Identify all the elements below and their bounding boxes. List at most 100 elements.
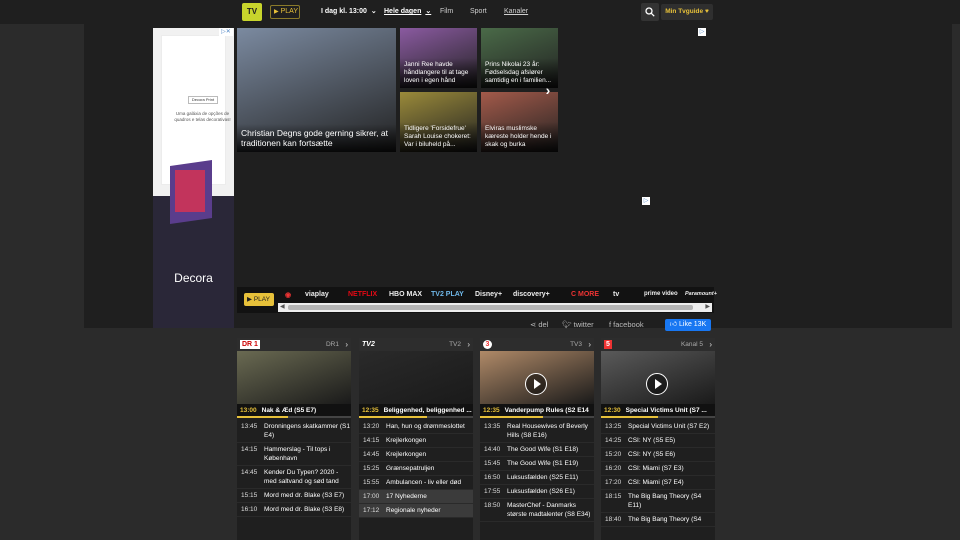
program-row[interactable]: 18:40 The Big Bang Theory (S4 bbox=[601, 513, 715, 527]
program-row[interactable]: 17:12 Regionale nyheder bbox=[359, 504, 473, 518]
min-tvguide-label: Min Tvguide bbox=[665, 8, 704, 15]
program-row[interactable]: 17:20 CSI: Miami (S7 E4) bbox=[601, 476, 715, 490]
program-time: 17:20 bbox=[605, 479, 622, 486]
program-title: Ambulancen - liv eller død bbox=[386, 479, 462, 486]
program-thumbnail[interactable] bbox=[359, 351, 473, 404]
progress-bar bbox=[237, 416, 289, 418]
play-icon[interactable] bbox=[525, 373, 547, 395]
service-netflix[interactable]: NETFLIX bbox=[348, 291, 377, 298]
program-row[interactable]: 18:15 The Big Bang Theory (S4 E11) bbox=[601, 490, 715, 513]
service-viaplay[interactable]: viaplay bbox=[305, 291, 329, 298]
share-twitter[interactable]: 🐦︎ twitter bbox=[562, 319, 594, 331]
service-paramount[interactable]: Paramount+ bbox=[685, 291, 717, 297]
share-del[interactable]: ⋖ del bbox=[530, 319, 548, 331]
program-row[interactable]: 14:45 Kender Du Typen? 2020 - med saltvan… bbox=[237, 466, 351, 489]
progress-bar bbox=[480, 416, 543, 418]
scroll-left-icon[interactable]: ◀ bbox=[280, 303, 285, 312]
news-card[interactable]: Prins Nikolai 23 år: Fødselsdag afslører… bbox=[481, 28, 558, 88]
news-card-main[interactable]: Christian Degns gode gerning sikrer, at … bbox=[237, 28, 396, 152]
service-appletv[interactable]: tv bbox=[613, 291, 619, 298]
program-time: 15:20 bbox=[605, 451, 622, 458]
program-time: 14:45 bbox=[241, 469, 258, 476]
program-row[interactable]: 14:40 The Good Wife (S1 E18) bbox=[480, 443, 594, 457]
program-thumbnail[interactable] bbox=[480, 351, 594, 404]
program-title: CSI: Miami (S7 E3) bbox=[628, 465, 684, 472]
program-row[interactable]: 14:25 CSI: NY (S5 E5) bbox=[601, 434, 715, 448]
program-thumbnail[interactable] bbox=[601, 351, 715, 404]
program-thumbnail[interactable] bbox=[237, 351, 351, 404]
day-selector[interactable]: Hele dagen ⌄ bbox=[384, 0, 431, 24]
day-label: Hele dagen bbox=[384, 8, 422, 15]
program-row[interactable]: 16:50 Luksusfælden (S25 E11) bbox=[480, 471, 594, 485]
service-cmore[interactable]: C MORE bbox=[571, 291, 599, 298]
program-row[interactable]: 16:10 Mord med dr. Blake (S3 E8) bbox=[237, 503, 351, 517]
program-time: 18:15 bbox=[605, 493, 622, 500]
left-ad-banner[interactable]: Decora Print Uma galáxia de opções de qu… bbox=[153, 28, 234, 328]
news-card[interactable]: Tidligere 'Forsidefrue' Sarah Louise cho… bbox=[400, 92, 477, 152]
service-tv2play[interactable]: TV2 PLAY bbox=[431, 291, 464, 298]
program-row[interactable]: 15:15 Mord med dr. Blake (S3 E7) bbox=[237, 489, 351, 503]
news-card[interactable]: Janni Ree havde håndlangere til at tage … bbox=[400, 28, 477, 88]
channel-logo: 3 bbox=[483, 340, 492, 349]
program-time: 14:15 bbox=[363, 437, 380, 444]
service-disney[interactable]: Disney+ bbox=[475, 291, 502, 298]
stream-play-label: PLAY bbox=[253, 296, 270, 303]
ad-info-icon[interactable]: ▷✕ bbox=[219, 28, 233, 36]
channel-name: Kanal 5 bbox=[680, 341, 703, 348]
program-row[interactable]: 13:45 Dronningens skatkammer (S1 E4) bbox=[237, 420, 351, 443]
chevron-down-icon: ⌄ bbox=[425, 8, 432, 15]
share-facebook[interactable]: f facebook bbox=[609, 319, 644, 331]
horizontal-scrollbar[interactable]: ◀ ▶ bbox=[278, 303, 712, 312]
program-time: 15:45 bbox=[484, 460, 501, 467]
program-row[interactable]: 15:45 The Good Wife (S1 E19) bbox=[480, 457, 594, 471]
program-row[interactable]: 13:35 Real Housewives of Beverly Hills (S… bbox=[480, 420, 594, 443]
nav-sport[interactable]: Sport bbox=[470, 0, 487, 24]
channel-header[interactable]: DR 1 DR1 › bbox=[237, 338, 351, 351]
tvguide-logo[interactable]: TV bbox=[242, 3, 262, 21]
program-row[interactable]: 15:25 Grænsepatruljen bbox=[359, 462, 473, 476]
program-row[interactable]: 16:20 CSI: Miami (S7 E3) bbox=[601, 462, 715, 476]
service-primevideo[interactable]: prime video bbox=[644, 291, 678, 297]
program-title: The Big Bang Theory (S4 E11) bbox=[628, 493, 702, 509]
program-row[interactable]: 17:55 Luksusfælden (S26 E1) bbox=[480, 485, 594, 499]
service-appletv-label: tv bbox=[613, 291, 620, 298]
play-button[interactable]: ▶ PLAY bbox=[270, 5, 300, 19]
chevron-right-icon: › bbox=[588, 340, 591, 349]
channel-header[interactable]: 3 TV3 › bbox=[480, 338, 594, 351]
program-row[interactable]: 17:00 17 Nyhederne bbox=[359, 490, 473, 504]
ad-info-icon[interactable]: ▷ bbox=[698, 28, 706, 36]
program-row[interactable]: 13:25 Special Victims Unit (S7 E2) bbox=[601, 420, 715, 434]
play-triangle-icon: ▶ bbox=[274, 9, 279, 15]
program-row[interactable]: 18:50 MasterChef - Danmarks største madta… bbox=[480, 499, 594, 522]
program-row[interactable]: 14:45 Krejlerkongen bbox=[359, 448, 473, 462]
service-hbomax[interactable]: HBO MAX bbox=[389, 291, 422, 298]
nav-film[interactable]: Film bbox=[440, 0, 453, 24]
chevron-right-icon[interactable]: › bbox=[541, 82, 555, 98]
channel-header[interactable]: TV2 TV2 › bbox=[359, 338, 473, 351]
facebook-like-button[interactable]: 👍︎ Like 13K bbox=[665, 319, 711, 331]
tv2-icon[interactable]: ◉ bbox=[285, 291, 291, 299]
now-time: 13:00 bbox=[240, 407, 257, 414]
channel-logo: 5 bbox=[604, 340, 612, 349]
news-card[interactable]: Elviras muslimske kæreste holder hende i… bbox=[481, 92, 558, 152]
program-row[interactable]: 13:20 Han, hun og drømmeslottet bbox=[359, 420, 473, 434]
scroll-thumb[interactable] bbox=[288, 305, 693, 310]
program-row[interactable]: 15:20 CSI: NY (S5 E6) bbox=[601, 448, 715, 462]
program-row[interactable]: 15:55 Ambulancen - liv eller død bbox=[359, 476, 473, 490]
program-time: 16:50 bbox=[484, 474, 501, 481]
program-row[interactable]: 14:15 Hammerslag - Til tops i København bbox=[237, 443, 351, 466]
program-row[interactable]: 14:15 Krejlerkongen bbox=[359, 434, 473, 448]
share-facebook-label: facebook bbox=[613, 320, 644, 329]
stream-play-button[interactable]: ▶ PLAY bbox=[244, 293, 274, 306]
program-title: 17 Nyhederne bbox=[386, 493, 427, 500]
scroll-right-icon[interactable]: ▶ bbox=[705, 303, 710, 312]
nav-kanaler[interactable]: Kanaler bbox=[504, 0, 528, 24]
play-icon[interactable] bbox=[646, 373, 668, 395]
program-time: 14:15 bbox=[241, 446, 258, 453]
service-discovery[interactable]: discovery+ bbox=[513, 291, 550, 298]
ad-info-icon[interactable]: ▷ bbox=[642, 197, 650, 205]
channel-header[interactable]: 5 Kanal 5 › bbox=[601, 338, 715, 351]
time-selector[interactable]: I dag kl. 13:00 ⌄ bbox=[321, 0, 377, 24]
min-tvguide-button[interactable]: Min Tvguide ♥ bbox=[661, 4, 713, 20]
search-button[interactable] bbox=[641, 3, 659, 21]
